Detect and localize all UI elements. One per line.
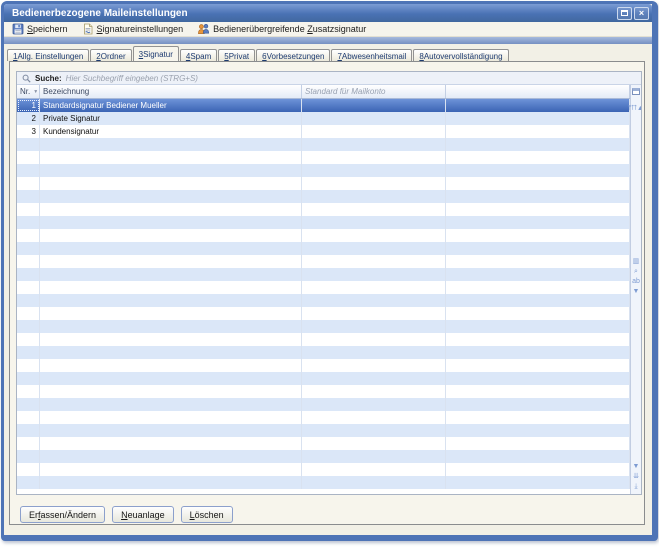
- grid-header: Nr. ▼ Bezeichnung Standard für Mailkonto: [17, 85, 641, 99]
- table-row-empty: [17, 437, 641, 450]
- table-row[interactable]: 1 Standardsignatur Bediener Mueller: [17, 99, 641, 112]
- table-row-empty: [17, 385, 641, 398]
- table-row-empty: [17, 476, 641, 489]
- column-header-extra[interactable]: [446, 85, 630, 98]
- table-row-empty: [17, 307, 641, 320]
- scroll-to-bottom-icon[interactable]: ⤓: [634, 482, 637, 492]
- table-row-empty: [17, 450, 641, 463]
- row-number-cell: 3: [17, 125, 40, 138]
- tab-spam[interactable]: 4 Spam: [180, 49, 217, 61]
- table-row-empty: [17, 333, 641, 346]
- table-row-empty: [17, 255, 641, 268]
- search-field[interactable]: Suche: Hier Suchbegriff eingeben (STRG+S…: [17, 72, 641, 85]
- row-bezeichnung-cell: Standardsignatur Bediener Mueller: [40, 99, 302, 112]
- restore-icon: [621, 10, 628, 16]
- table-row[interactable]: 3 Kundensignatur: [17, 125, 641, 138]
- search-icon: [22, 74, 31, 83]
- restore-button[interactable]: [617, 7, 632, 20]
- row-standard-cell: [302, 99, 446, 112]
- separator-band: [4, 37, 652, 44]
- table-row-empty: [17, 216, 641, 229]
- table-row-empty: [17, 294, 641, 307]
- tab-abwesenheitsmail[interactable]: 7 Abwesenheitsmail: [331, 49, 412, 61]
- column-header-bezeichnung[interactable]: Bezeichnung: [40, 85, 302, 98]
- row-bezeichnung-cell: Kundensignatur: [40, 125, 302, 138]
- table-row-empty: [17, 177, 641, 190]
- table-row-empty: [17, 281, 641, 294]
- scrollbar-tool-buttons: ▥⌕ab▼: [632, 257, 640, 297]
- find-icon[interactable]: ab: [632, 277, 640, 287]
- row-bezeichnung-cell: Private Signatur: [40, 112, 302, 125]
- table-row-empty: [17, 151, 641, 164]
- scrollbar-top-buttons: ⤒⇈▲: [628, 97, 642, 115]
- search-label: Suche:: [35, 74, 62, 83]
- close-button[interactable]: ×: [634, 7, 649, 20]
- row-standard-cell: [302, 112, 446, 125]
- table-row-empty: [17, 463, 641, 476]
- scroll-up-icon[interactable]: ▲: [637, 105, 642, 112]
- tab-privat[interactable]: 5 Privat: [218, 49, 255, 61]
- tab-strip: 1 Allg. Einstellungen2 Ordner3 Signatur4…: [7, 46, 652, 61]
- save-label: Speichern: [27, 24, 68, 34]
- grid-scrollbar[interactable]: ⤒⇈▲ ▥⌕ab▼ ▼⇊⤓: [630, 85, 641, 494]
- search-placeholder: Hier Suchbegriff eingeben (STRG+S): [66, 74, 198, 83]
- window-title: Bedienerbezogene Maileinstellungen: [12, 8, 615, 19]
- table-row-empty: [17, 268, 641, 281]
- table-row-empty: [17, 424, 641, 437]
- tab-autovervollstaendigung[interactable]: 8 Autovervollständigung: [413, 49, 508, 61]
- save-button[interactable]: Speichern: [12, 23, 68, 35]
- table-row[interactable]: 2 Private Signatur: [17, 112, 641, 125]
- table-row-empty: [17, 229, 641, 242]
- columns-icon[interactable]: ▥: [633, 257, 640, 267]
- column-header-nr[interactable]: Nr. ▼: [17, 85, 40, 98]
- table-row-empty: [17, 359, 641, 372]
- zoom-icon[interactable]: ⌕: [634, 267, 638, 277]
- table-row-empty: [17, 203, 641, 216]
- neuanlage-button[interactable]: Neuanlage: [112, 506, 174, 523]
- signatures-grid: Suche: Hier Suchbegriff eingeben (STRG+S…: [16, 71, 642, 495]
- table-row-empty: [17, 398, 641, 411]
- save-icon: [12, 23, 24, 35]
- row-standard-cell: [302, 125, 446, 138]
- grid-rows: 1 Standardsignatur Bediener Mueller 2 Pr…: [17, 99, 641, 494]
- column-chooser-button[interactable]: [632, 88, 640, 95]
- tab-signatur[interactable]: 3 Signatur: [133, 46, 179, 61]
- table-row-empty: [17, 242, 641, 255]
- column-header-standard-mailkonto[interactable]: Standard für Mailkonto: [302, 85, 446, 98]
- tab-vorbesetzungen[interactable]: 6 Vorbesetzungen: [256, 49, 330, 61]
- scroll-page-down-icon[interactable]: ⇊: [633, 472, 639, 482]
- loeschen-button[interactable]: Löschen: [181, 506, 233, 523]
- additional-signature-label: Bedienerübergreifende Zusatzsignatur: [213, 24, 366, 34]
- table-row-empty: [17, 411, 641, 424]
- title-bar: Bedienerbezogene Maileinstellungen ×: [4, 4, 652, 22]
- tab-allg-einstellungen[interactable]: 1 Allg. Einstellungen: [7, 49, 89, 61]
- dialog-window: Bedienerbezogene Maileinstellungen × Spe…: [1, 1, 658, 541]
- users-icon: [197, 23, 210, 35]
- row-number-cell: 2: [17, 112, 40, 125]
- sort-desc-icon: ▼: [33, 89, 38, 95]
- table-row-empty: [17, 190, 641, 203]
- signature-settings-icon: [82, 23, 94, 35]
- row-extra-cell: [446, 125, 630, 138]
- erfassen-aendern-button[interactable]: Erfassen/Ändern: [20, 506, 105, 523]
- signature-settings-label: Signatureinstellungen: [97, 24, 184, 34]
- table-row-empty: [17, 138, 641, 151]
- row-extra-cell: [446, 99, 630, 112]
- tab-page-signatur: Suche: Hier Suchbegriff eingeben (STRG+S…: [9, 61, 645, 525]
- table-row-empty: [17, 372, 641, 385]
- signature-settings-button[interactable]: Signatureinstellungen: [82, 23, 184, 35]
- filter-icon[interactable]: ▼: [633, 287, 640, 297]
- row-number-cell: 1: [17, 99, 40, 112]
- table-row-empty: [17, 320, 641, 333]
- scrollbar-bottom-buttons: ▼⇊⤓: [633, 462, 640, 492]
- additional-signature-button[interactable]: Bedienerübergreifende Zusatzsignatur: [197, 23, 366, 35]
- row-extra-cell: [446, 112, 630, 125]
- close-icon: ×: [639, 9, 644, 18]
- toolbar: Speichern Signatureinstellungen Bediener…: [4, 22, 652, 37]
- table-row-empty: [17, 346, 641, 359]
- action-buttons: Erfassen/Ändern Neuanlage Löschen: [20, 506, 233, 523]
- scroll-down-icon[interactable]: ▼: [633, 462, 640, 472]
- tab-ordner[interactable]: 2 Ordner: [90, 49, 131, 61]
- table-row-empty: [17, 164, 641, 177]
